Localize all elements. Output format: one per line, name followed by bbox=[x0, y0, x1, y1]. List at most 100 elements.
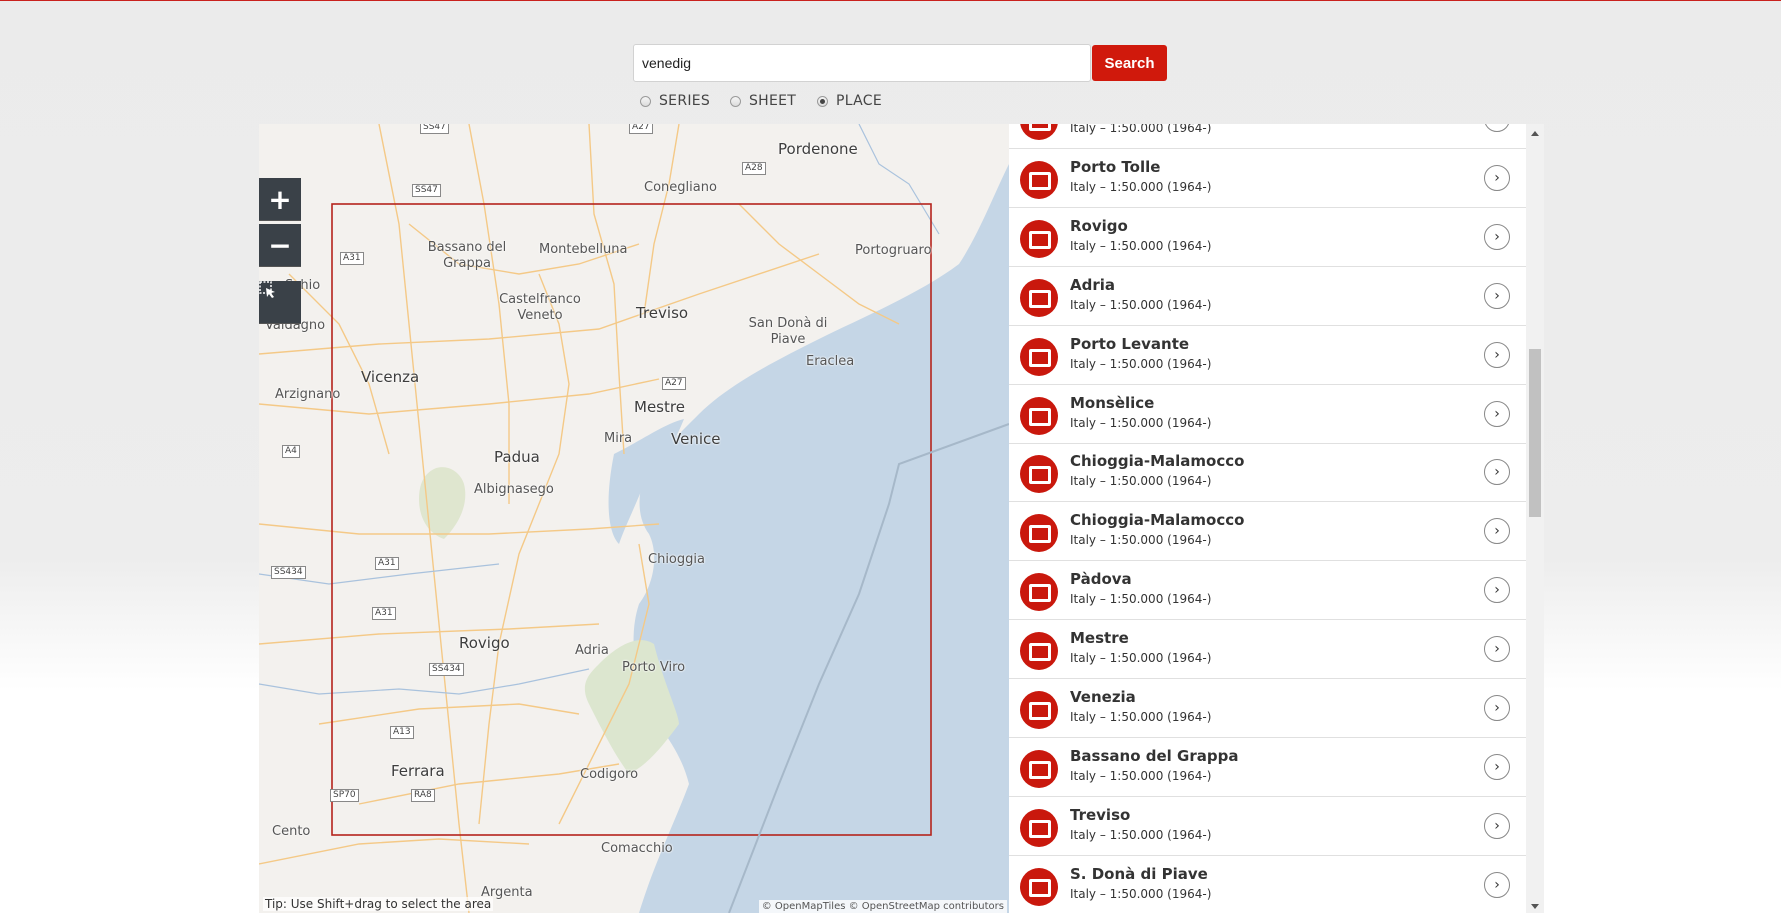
result-row[interactable]: Venezia Italy – 1:50.000 (1964-) › bbox=[1009, 680, 1527, 738]
radio-sheet-dot[interactable] bbox=[730, 95, 741, 107]
result-description: Italy – 1:50.000 (1964-) bbox=[1070, 827, 1212, 842]
place-label: Arzignano bbox=[275, 387, 341, 402]
result-description: Italy – 1:50.000 (1964-) bbox=[1070, 651, 1212, 666]
place-label: Albignasego bbox=[474, 482, 554, 497]
map-sheet-icon bbox=[1020, 219, 1058, 258]
place-label: Rovigo bbox=[459, 634, 510, 652]
park-euganean-hills bbox=[419, 467, 466, 539]
map-sheet-icon bbox=[1020, 749, 1058, 788]
result-row[interactable]: Chioggia-Malamocco Italy – 1:50.000 (1964… bbox=[1009, 503, 1527, 562]
radio-place[interactable]: PLACE bbox=[817, 93, 882, 109]
map-sheet-icon bbox=[1020, 808, 1058, 847]
result-row[interactable]: Treviso Italy – 1:50.000 (1964-) › bbox=[1009, 797, 1527, 856]
chevron-right-icon[interactable]: › bbox=[1484, 223, 1510, 250]
result-description: Italy – 1:50.000 (1964-) bbox=[1070, 238, 1212, 253]
radio-series-dot[interactable] bbox=[640, 95, 651, 107]
radio-place-dot[interactable] bbox=[817, 95, 828, 107]
road-shield: A31 bbox=[340, 252, 364, 265]
map-sheet-icon bbox=[1020, 124, 1058, 140]
chevron-right-icon[interactable]: › bbox=[1484, 400, 1510, 427]
place-label: Bassano del Grappa bbox=[427, 240, 507, 271]
chevron-right-icon[interactable]: › bbox=[1484, 753, 1510, 780]
plus-icon: + bbox=[268, 182, 292, 216]
road-shield: A13 bbox=[390, 726, 414, 739]
radio-sheet[interactable]: SHEET bbox=[730, 93, 796, 109]
chevron-right-icon[interactable]: › bbox=[1484, 871, 1510, 898]
radio-series[interactable]: SERIES bbox=[640, 93, 710, 109]
chevron-right-icon[interactable]: › bbox=[1484, 124, 1510, 132]
place-label: Comacchio bbox=[601, 841, 673, 856]
result-description: Italy – 1:50.000 (1964-) bbox=[1070, 179, 1212, 194]
result-description: Italy – 1:50.000 (1964-) bbox=[1070, 886, 1212, 901]
chevron-right-icon[interactable]: › bbox=[1484, 695, 1510, 721]
results-scrollbar[interactable] bbox=[1526, 124, 1544, 913]
road-shield: SP70 bbox=[330, 789, 359, 802]
place-label: San Donà di Piave bbox=[748, 316, 828, 347]
result-row[interactable]: Pàdova Italy – 1:50.000 (1964-) › bbox=[1009, 562, 1527, 621]
result-description: Italy – 1:50.000 (1964-) bbox=[1070, 474, 1212, 489]
result-row[interactable]: Monsèlice Italy – 1:50.000 (1964-) › bbox=[1009, 385, 1527, 444]
chevron-right-icon[interactable]: › bbox=[1484, 577, 1510, 604]
map-sheet-icon bbox=[1020, 867, 1058, 906]
road-shield: A27 bbox=[629, 124, 653, 134]
result-row[interactable]: Bassano del Grappa Italy – 1:50.000 (1964… bbox=[1009, 738, 1527, 797]
chevron-right-icon[interactable]: › bbox=[1484, 636, 1510, 663]
road-shield: RA8 bbox=[411, 789, 435, 802]
result-title: Treviso bbox=[1070, 805, 1131, 824]
result-row[interactable]: Rovigo Italy – 1:50.000 (1964-) › bbox=[1009, 208, 1527, 267]
radio-place-label: PLACE bbox=[836, 93, 883, 109]
place-label: Montebelluna bbox=[539, 242, 628, 257]
place-label: Chioggia bbox=[648, 552, 705, 567]
scroll-down-icon[interactable] bbox=[1531, 904, 1539, 909]
map-sheet-icon bbox=[1020, 691, 1058, 729]
map-sheet-icon bbox=[1020, 573, 1058, 612]
road-shield: SS47 bbox=[420, 124, 449, 134]
result-title: S. Donà di Piave bbox=[1070, 864, 1208, 883]
zoom-out-button[interactable]: − bbox=[259, 224, 301, 267]
result-description: Italy – 1:50.000 (1964-) bbox=[1070, 768, 1212, 783]
map-sheet-icon bbox=[1020, 455, 1058, 494]
result-title: Rovigo bbox=[1070, 216, 1128, 235]
result-description: Italy – 1:50.000 (1964-) bbox=[1070, 592, 1212, 607]
radio-sheet-label: SHEET bbox=[749, 93, 797, 109]
road-shield: A31 bbox=[375, 557, 399, 570]
place-label: Conegliano bbox=[644, 180, 717, 195]
road-shield: SS434 bbox=[429, 663, 464, 676]
chevron-right-icon[interactable]: › bbox=[1484, 459, 1510, 486]
result-title: Venezia bbox=[1070, 688, 1136, 706]
scroll-up-icon[interactable] bbox=[1531, 131, 1539, 136]
result-row[interactable]: Porto Levante Italy – 1:50.000 (1964-) › bbox=[1009, 326, 1527, 385]
result-title: Bassano del Grappa bbox=[1070, 746, 1239, 765]
minus-icon: − bbox=[268, 228, 292, 262]
result-title: Chioggia-Malamocco bbox=[1070, 511, 1245, 530]
place-label: Codigoro bbox=[580, 767, 639, 782]
chevron-right-icon[interactable]: › bbox=[1484, 341, 1510, 368]
result-row[interactable]: Adria Italy – 1:50.000 (1964-) › bbox=[1009, 267, 1527, 326]
place-label: Cento bbox=[272, 824, 311, 839]
map-tip: Tip: Use Shift+drag to select the area bbox=[263, 897, 494, 911]
result-row[interactable]: Chioggia-Malamocco Italy – 1:50.000 (1964… bbox=[1009, 444, 1527, 503]
chevron-right-icon[interactable]: › bbox=[1484, 812, 1510, 839]
select-area-button[interactable] bbox=[259, 281, 301, 324]
result-title: Adria bbox=[1070, 275, 1116, 294]
chevron-right-icon[interactable]: › bbox=[1484, 282, 1510, 309]
result-row[interactable]: S. Donà di Piave Italy – 1:50.000 (1964-)… bbox=[1009, 856, 1527, 913]
map-sheet-icon bbox=[1020, 396, 1058, 435]
search-input[interactable] bbox=[633, 44, 1091, 82]
place-label: Eraclea bbox=[806, 354, 855, 369]
chevron-right-icon[interactable]: › bbox=[1484, 518, 1510, 545]
result-row[interactable]: Italy – 1:50.000 (1964-) › bbox=[1009, 124, 1527, 149]
map-view[interactable]: Pordenone Conegliano Bassano del Grappa … bbox=[259, 124, 1009, 913]
place-label: Ferrara bbox=[391, 762, 445, 780]
chevron-right-icon[interactable]: › bbox=[1484, 164, 1510, 191]
search-button[interactable]: Search bbox=[1092, 45, 1167, 81]
place-label: Mira bbox=[604, 431, 633, 446]
zoom-in-button[interactable]: + bbox=[259, 178, 301, 221]
result-row[interactable]: Mestre Italy – 1:50.000 (1964-) › bbox=[1009, 621, 1527, 680]
result-row[interactable]: Porto Tolle Italy – 1:50.000 (1964-) › bbox=[1009, 149, 1527, 208]
result-title: Chioggia-Malamocco bbox=[1070, 452, 1245, 471]
result-title: Mestre bbox=[1070, 629, 1129, 648]
results-list[interactable]: Italy – 1:50.000 (1964-) › Porto Tolle Ital… bbox=[1009, 124, 1544, 913]
scroll-thumb[interactable] bbox=[1529, 349, 1541, 517]
result-description: Italy – 1:50.000 (1964-) bbox=[1070, 297, 1212, 312]
